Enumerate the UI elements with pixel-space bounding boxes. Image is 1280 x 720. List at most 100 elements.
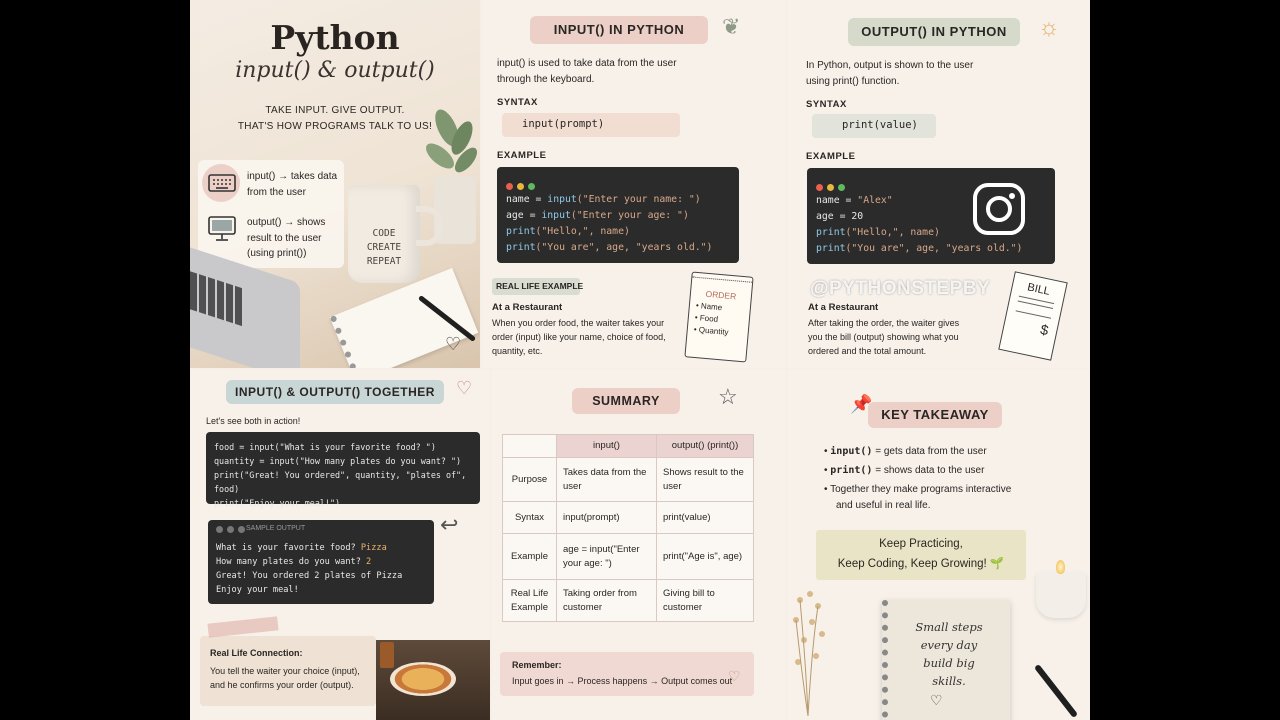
table-corner (502, 434, 557, 458)
sample-output-line-4: Enjoy your meal! (216, 585, 299, 595)
summary-heading: SUMMARY (572, 388, 680, 414)
watermark-handle: @PYTHONSTEPBY (810, 278, 991, 299)
row-header: Purpose (502, 457, 557, 502)
output-example-label: EXAMPLE (806, 151, 856, 162)
notebook-quote: Small steps every day build big skills. (892, 618, 1006, 690)
takeaway-panel: 📌 KEY TAKEAWAY • input() = gets data fro… (788, 370, 1090, 720)
pen (1033, 663, 1079, 719)
order-note-3: • Quantity (693, 324, 729, 337)
table-row: Purpose Takes data from the user Shows r… (502, 457, 754, 502)
quote-line-1: Small steps (915, 620, 983, 634)
candle (1036, 572, 1086, 618)
remember-title: Remember: (512, 660, 562, 670)
instagram-icon (973, 183, 1025, 235)
input-description-2: through the keyboard. (497, 74, 595, 85)
code-line: print("You are", age, "years old.") (816, 243, 1023, 254)
sample-output-answer-2: 2 (366, 557, 372, 567)
order-note-1: • Name (695, 300, 723, 313)
intro-panel: Python input() & output() TAKE INPUT. GI… (190, 0, 480, 368)
together-code-block: food = input("What is your favorite food… (206, 432, 480, 508)
bullet-text-2: = shows data to the user (872, 465, 985, 476)
candle-flame (1056, 560, 1065, 574)
table-row: Example age = input("Enter your age: ") … (502, 533, 754, 580)
input-syntax-label: SYNTAX (497, 97, 538, 108)
small-heart-icon: ♡ (728, 668, 741, 684)
row-header: Syntax (502, 501, 557, 534)
code-line: age = input("Enter your age: ") (506, 210, 689, 221)
heart-doodle-icon: ♡ (456, 378, 473, 398)
bullet-code-print: print() (830, 465, 873, 476)
output-heading: OUTPUT() IN PYTHON (848, 18, 1020, 46)
output-description-1: In Python, output is shown to the user (806, 60, 974, 71)
restaurant-line-1: When you order food, the waiter takes yo… (492, 318, 665, 328)
takeaway-bullet-3: • Together they make programs interactiv… (824, 484, 1012, 495)
table-cell: Shows result to the user (656, 457, 754, 502)
input-item-line-2: from the user (247, 187, 306, 198)
mug-handle (416, 206, 442, 246)
bill-line-3: ordered and the total amount. (808, 346, 927, 356)
quote-line-3: build big (923, 656, 975, 670)
input-item-line-1: input() → takes data (247, 171, 338, 182)
input-code-lines: name = input("Enter your name: ") age = i… (506, 192, 712, 256)
table-cell: Giving bill to customer (656, 579, 754, 622)
input-example-label: EXAMPLE (497, 150, 547, 161)
bill-title: At a Restaurant (808, 302, 879, 313)
restaurant-line-2: order (input) like your name, choice of … (492, 332, 666, 342)
table-header-row: input() output() (print()) (502, 434, 754, 458)
order-notepad: ORDER • Name • Food • Quantity (684, 271, 754, 363)
sun-icon: ☼ (1038, 14, 1060, 41)
connection-line-2: and he confirms your order (output). (210, 680, 354, 690)
infographic-frame: Python input() & output() TAKE INPUT. GI… (190, 0, 1090, 720)
main-title: Python (270, 18, 400, 57)
heart-icon: ♡ (445, 334, 462, 354)
tape-strip (207, 616, 279, 638)
connection-line-1: You tell the waiter your choice (input), (210, 666, 360, 676)
table-cell: print("Age is", age) (656, 533, 754, 580)
input-syntax-text: input(prompt) (522, 118, 605, 130)
main-subtitle: input() & output() (235, 58, 435, 83)
table-cell: age = input("Enter your age: ") (556, 533, 657, 580)
together-code-lines: food = input("What is your favorite food… (214, 440, 480, 510)
bill-receipt: BILL $ (998, 271, 1068, 361)
mug-text-2: CREATE (366, 242, 402, 253)
table-cell: Taking order from customer (556, 579, 657, 622)
together-panel: INPUT() & OUTPUT() TOGETHER ♡ Let's see … (190, 370, 490, 720)
code-line: print("Hello,", name) (506, 226, 630, 237)
curved-arrow-icon: ↩ (440, 512, 459, 537)
bullet-text-1: = gets data from the user (872, 446, 987, 457)
table-cell: input(prompt) (556, 501, 657, 534)
takeaway-bullet-1: • input() = gets data from the user (824, 446, 987, 457)
row-header: Example (502, 533, 557, 580)
sample-output-lines: What is your favorite food? Pizza How ma… (216, 541, 402, 597)
connection-title: Real Life Connection: (210, 648, 303, 658)
code-line: print("Enjoy your meal!") (214, 498, 341, 508)
mug-text-3: REPEAT (366, 256, 402, 267)
input-heading: INPUT() IN PYTHON (530, 16, 708, 44)
drink-glass (380, 642, 394, 668)
code-line: print("You are", age, "years old.") (506, 242, 713, 253)
star-icon: ☆ (718, 384, 738, 409)
sample-output-label: SAMPLE OUTPUT (246, 525, 306, 532)
bill-line-2: you the bill (output) showing what you (808, 332, 959, 342)
code-line: print("Great! You ordered", quantity, "p… (214, 470, 467, 494)
output-syntax-label: SYNTAX (806, 99, 847, 110)
together-heading: INPUT() & OUTPUT() TOGETHER (226, 380, 444, 404)
takeaway-bullet-3b: and useful in real life. (836, 500, 931, 511)
output-item-line-1: output() → shows (247, 217, 326, 228)
table-header-input: input() (556, 434, 657, 458)
table-cell: print(value) (656, 501, 754, 534)
output-syntax-text: print(value) (842, 119, 918, 131)
real-life-tag-text: REAL LIFE EXAMPLE (496, 281, 584, 291)
dried-flowers-icon (793, 591, 825, 716)
window-dots (216, 526, 249, 535)
takeaway-bullet-2: • print() = shows data to the user (824, 465, 985, 476)
order-note-2: • Food (694, 312, 719, 324)
code-line: name = input("Enter your name: ") (506, 194, 701, 205)
input-code-block: name = input("Enter your name: ") age = i… (497, 167, 739, 263)
output-description-2: using print() function. (806, 76, 900, 87)
table-cell: Takes data from the user (556, 457, 657, 502)
sample-output-line-3: Great! You ordered 2 plates of Pizza (216, 571, 403, 581)
row-header: Real Life Example (502, 579, 557, 622)
leaf-icon: ❦ (722, 14, 741, 39)
motto-line-2: Keep Coding, Keep Growing! 🌱 (837, 558, 1005, 570)
